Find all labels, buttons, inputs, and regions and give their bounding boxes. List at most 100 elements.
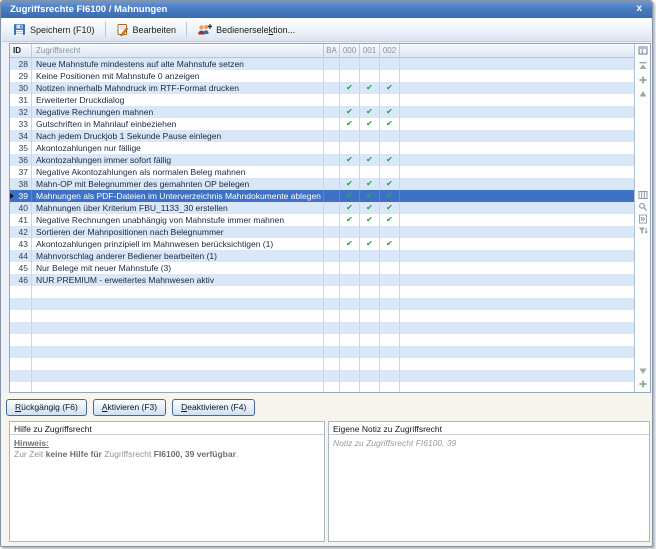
check-002 (380, 70, 400, 82)
check-002 (380, 130, 400, 142)
grid-row-44[interactable]: 44Mahnvorschlag anderer Bediener bearbei… (10, 250, 634, 262)
scroll-up-icon[interactable] (638, 89, 648, 99)
toolbar-separator (186, 22, 187, 37)
col-header-ba[interactable]: BA (324, 44, 340, 57)
grid-row-empty[interactable] (10, 382, 634, 392)
grid-row-45[interactable]: 45Nur Belege mit neuer Mahnstufe (3) (10, 262, 634, 274)
grid-row-46[interactable]: 46NUR PREMIUM - erweitertes Mahnwesen ak… (10, 274, 634, 286)
save-button[interactable]: Speichern (F10) (7, 21, 101, 38)
check-001 (360, 130, 380, 142)
grid-row-empty[interactable] (10, 286, 634, 298)
grid-row-36[interactable]: 36Akontozahlungen immer sofort fällig✔✔✔ (10, 154, 634, 166)
col-header-zugriffsrecht[interactable]: Zugriffsrecht (32, 44, 324, 57)
check-001 (360, 274, 380, 286)
col-header-000[interactable]: 000 (340, 44, 360, 57)
deactivate-button[interactable]: Deaktivieren (F4) (172, 399, 255, 416)
title-bar[interactable]: Zugriffsrechte FI6100 / Mahnungen x (1, 1, 652, 18)
check-000 (340, 94, 360, 106)
scroll-page-up-icon[interactable] (638, 75, 648, 85)
check-001 (360, 70, 380, 82)
grid-row-empty[interactable] (10, 322, 634, 334)
check-002: ✔ (380, 118, 400, 130)
check-001 (360, 166, 380, 178)
check-002 (380, 94, 400, 106)
help-heading: Hinweis: (14, 438, 320, 449)
grid-row-empty[interactable] (10, 310, 634, 322)
grid-row-empty[interactable] (10, 334, 634, 346)
undo-button[interactable]: Rückgängig (F6) (6, 399, 87, 416)
grid-row-31[interactable]: 31Erweiterter Druckdialog (10, 94, 634, 106)
note-panel-body[interactable]: Notiz zu Zugriffsrecht FI6100, 39 (329, 435, 649, 452)
grid-row-41[interactable]: 41Negative Rechnungen unabhängig von Mah… (10, 214, 634, 226)
check-001: ✔ (360, 178, 380, 190)
grid-row-empty[interactable] (10, 298, 634, 310)
check-002 (380, 142, 400, 154)
col-header-002[interactable]: 002 (380, 44, 400, 57)
check-002: ✔ (380, 106, 400, 118)
check-001: ✔ (360, 82, 380, 94)
search-icon[interactable] (638, 202, 648, 212)
help-panel-body: Hinweis: Zur Zeit keine Hilfe für Zugrif… (10, 435, 324, 463)
dialog-window: Zugriffsrechte FI6100 / Mahnungen x Spei… (0, 0, 653, 547)
grid-row-42[interactable]: 42Sortieren der Mahnpositionen nach Bele… (10, 226, 634, 238)
grid-row-33[interactable]: 33Gutschriften in Mahnlauf einbeziehen✔✔… (10, 118, 634, 130)
grid-scrollbar[interactable] (634, 44, 650, 392)
grid-row-37[interactable]: 37Negative Akontozahlungen als normalen … (10, 166, 634, 178)
col-header-001[interactable]: 001 (360, 44, 380, 57)
grid-row-39-selected[interactable]: 39Mahnungen als PDF-Dateien im Unterverz… (10, 190, 634, 202)
check-002 (380, 226, 400, 238)
edit-button-label: Bearbeiten (133, 25, 177, 35)
check-002 (380, 166, 400, 178)
check-001: ✔ (360, 214, 380, 226)
activate-button[interactable]: Aktivieren (F3) (93, 399, 166, 416)
export-icon[interactable] (638, 214, 648, 224)
grid-row-empty[interactable] (10, 370, 634, 382)
check-002: ✔ (380, 190, 400, 202)
check-002: ✔ (380, 238, 400, 250)
check-002: ✔ (380, 214, 400, 226)
window-title: Zugriffsrechte FI6100 / Mahnungen (10, 4, 167, 15)
check-000 (340, 274, 360, 286)
grid-row-35[interactable]: 35Akontozahlungen nur fällige (10, 142, 634, 154)
grid-row-32[interactable]: 32Negative Rechnungen mahnen✔✔✔ (10, 106, 634, 118)
grid-row-40[interactable]: 40Mahnungen über Kriterium FBU_1133_30 e… (10, 202, 634, 214)
check-001: ✔ (360, 202, 380, 214)
filter-sort-icon[interactable] (638, 226, 648, 236)
check-000: ✔ (340, 118, 360, 130)
check-002: ✔ (380, 82, 400, 94)
toolbar-separator (105, 22, 106, 37)
check-000: ✔ (340, 154, 360, 166)
check-001 (360, 142, 380, 154)
operator-selection-button[interactable]: Bedienerselektion... (191, 21, 301, 38)
col-header-id[interactable]: ID (10, 44, 32, 57)
scroll-page-down-icon[interactable] (638, 379, 648, 389)
check-001 (360, 226, 380, 238)
check-000 (340, 166, 360, 178)
grid-row-28[interactable]: 28Neue Mahnstufe mindestens auf alte Mah… (10, 58, 634, 70)
grid-row-38[interactable]: 38Mahn-OP mit Belegnummer des gemahnten … (10, 178, 634, 190)
grid-options-icon[interactable] (638, 46, 648, 56)
check-000: ✔ (340, 106, 360, 118)
bottom-panel-area: Rückgängig (F6) Aktivieren (F3) Deaktivi… (2, 393, 651, 545)
check-001: ✔ (360, 106, 380, 118)
close-icon[interactable]: x (636, 1, 642, 17)
grid-header[interactable]: ID Zugriffsrecht BA 000 001 002 (10, 44, 634, 58)
edit-button[interactable]: Bearbeiten (110, 21, 183, 38)
grid-row-empty[interactable] (10, 358, 634, 370)
check-002 (380, 262, 400, 274)
save-button-label: Speichern (F10) (30, 25, 95, 35)
grid-row-29[interactable]: 29Keine Positionen mit Mahnstufe 0 anzei… (10, 70, 634, 82)
check-002: ✔ (380, 154, 400, 166)
check-002 (380, 58, 400, 70)
grid-row-30[interactable]: 30Notizen innerhalb Mahndruck im RTF-For… (10, 82, 634, 94)
scroll-down-icon[interactable] (638, 366, 648, 376)
check-001: ✔ (360, 154, 380, 166)
scroll-to-top-icon[interactable] (638, 61, 648, 71)
help-panel: Hilfe zu Zugriffsrecht Hinweis: Zur Zeit… (9, 421, 325, 542)
grid-row-43[interactable]: 43Akontozahlungen prinzipiell im Mahnwes… (10, 238, 634, 250)
note-text[interactable]: Notiz zu Zugriffsrecht FI6100, 39 (333, 438, 645, 449)
columns-icon[interactable] (638, 190, 648, 200)
check-000 (340, 250, 360, 262)
grid-row-empty[interactable] (10, 346, 634, 358)
grid-row-34[interactable]: 34Nach jedem Druckjob 1 Sekunde Pause ei… (10, 130, 634, 142)
